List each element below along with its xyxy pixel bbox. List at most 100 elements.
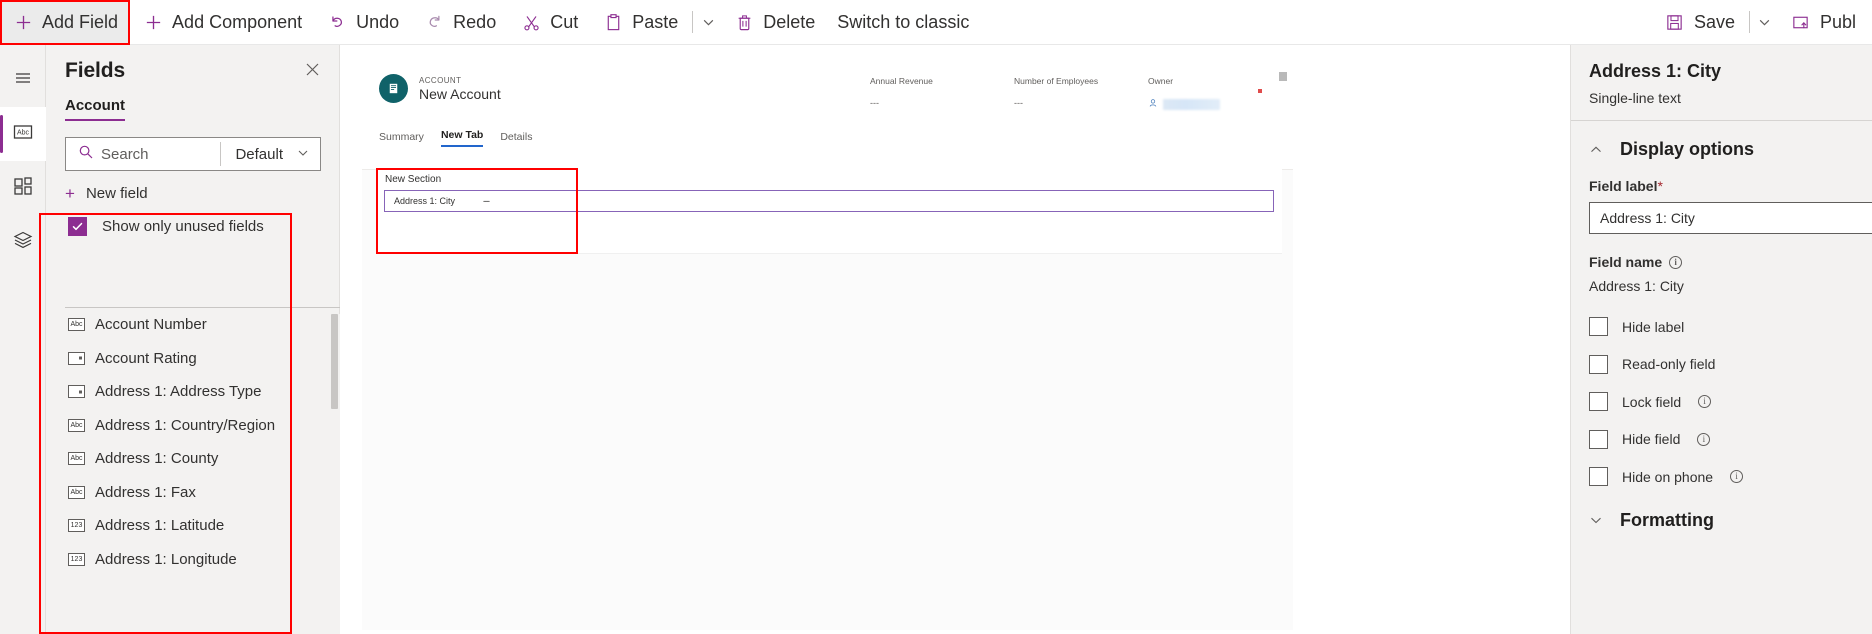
- field-filter-dropdown[interactable]: Default: [221, 138, 320, 170]
- field-list-item[interactable]: Abc Address 1: Country/Region: [65, 409, 340, 443]
- field-list-item-label: Address 1: Country/Region: [95, 416, 276, 434]
- command-bar-right-group: Save Publ: [1652, 0, 1872, 45]
- field-list-item[interactable]: Abc Address 1: Fax: [65, 476, 340, 510]
- cut-label: Cut: [550, 11, 579, 32]
- canvas-scroll-thumb[interactable]: [1279, 72, 1287, 81]
- rail-item-hamburger[interactable]: [0, 53, 46, 107]
- field-list-item[interactable]: Abc Account Number: [65, 308, 340, 342]
- field-list-item-label: Account Number: [95, 316, 207, 334]
- new-field-button[interactable]: + New field: [65, 185, 148, 202]
- tab-account[interactable]: Account: [65, 97, 125, 121]
- form-header-card: ACCOUNT New Account Annual Revenue --- N…: [362, 58, 1293, 170]
- header-field-annual-revenue[interactable]: Annual Revenue ---: [870, 75, 933, 108]
- paste-button[interactable]: Paste: [590, 0, 690, 45]
- fields-list-scrollbar[interactable]: [329, 314, 340, 634]
- info-icon[interactable]: i: [1669, 255, 1683, 269]
- field-list-item[interactable]: Abc Address 1: County: [65, 442, 340, 476]
- field-list-item-label: Account Rating: [95, 349, 197, 367]
- header-field-number-of-employees[interactable]: Number of Employees ---: [1014, 75, 1098, 108]
- field-abc-icon: Abc: [11, 122, 35, 147]
- save-options-caret[interactable]: [1752, 0, 1778, 45]
- rail-item-layers[interactable]: [0, 215, 46, 269]
- field-list-item[interactable]: Account Rating: [65, 342, 340, 376]
- form-tab-new-tab[interactable]: New Tab: [440, 129, 484, 147]
- publish-button[interactable]: Publ: [1778, 0, 1868, 45]
- header-field-label: Annual Revenue: [870, 76, 933, 86]
- fields-list-items: Abc Account Number Account Rating Address 1…: [65, 308, 340, 576]
- form-tab-details[interactable]: Details: [500, 131, 532, 147]
- checkbox-lock-field[interactable]: Lock field i: [1571, 383, 1872, 421]
- record-name: New Account: [419, 85, 501, 102]
- hamburger-icon: [12, 67, 34, 94]
- checkbox-read-only-field[interactable]: Read-only field: [1571, 346, 1872, 384]
- form-field-address1-city[interactable]: Address 1: City ---: [384, 190, 1274, 212]
- display-options-label: Display options: [1620, 139, 1755, 159]
- field-list-item-label: Address 1: County: [95, 450, 219, 468]
- publish-label: Publ: [1819, 11, 1856, 32]
- properties-subtitle: Single-line text: [1589, 90, 1681, 106]
- form-canvas: ACCOUNT New Account Annual Revenue --- N…: [341, 45, 1570, 634]
- redo-button[interactable]: Redo: [411, 0, 508, 45]
- redo-label: Redo: [453, 11, 497, 32]
- option-set-icon: [68, 385, 85, 399]
- checkbox-box-icon: [1589, 392, 1608, 412]
- form-field-label: Address 1: City: [394, 196, 456, 206]
- header-field-owner[interactable]: Owner: [1148, 75, 1262, 113]
- properties-title: Address 1: City: [1589, 61, 1722, 81]
- form-section[interactable]: New Section Address 1: City ---: [376, 168, 1282, 254]
- add-component-button[interactable]: Add Component: [130, 0, 314, 45]
- left-icon-rail: Abc: [0, 45, 46, 634]
- search-container: [66, 138, 221, 170]
- add-field-button[interactable]: Add Field: [0, 0, 131, 45]
- show-only-unused-fields-label: Show only unused fields: [102, 218, 264, 235]
- checkbox-hide-field[interactable]: Hide field i: [1571, 421, 1872, 459]
- field-list-item[interactable]: 123 Address 1: Longitude: [65, 543, 340, 577]
- display-options-section-header[interactable]: Display options: [1571, 121, 1872, 160]
- info-icon[interactable]: i: [1730, 470, 1744, 484]
- field-list-item[interactable]: 123 Address 1: Latitude: [65, 509, 340, 543]
- cut-button[interactable]: Cut: [508, 0, 590, 45]
- account-avatar-icon: [379, 74, 408, 103]
- save-button[interactable]: Save: [1652, 0, 1747, 45]
- show-only-unused-fields-checkbox[interactable]: Show only unused fields: [68, 217, 339, 236]
- close-icon[interactable]: [302, 59, 323, 80]
- info-icon[interactable]: i: [1698, 395, 1712, 409]
- save-icon: [1664, 11, 1686, 33]
- rail-item-fields[interactable]: Abc: [0, 107, 46, 161]
- form-record-identity: ACCOUNT New Account: [379, 74, 501, 103]
- info-icon[interactable]: i: [1697, 432, 1711, 446]
- header-field-value: ---: [1014, 98, 1023, 108]
- field-list-item[interactable]: Address 1: Address Type: [65, 375, 340, 409]
- rail-item-components[interactable]: [0, 161, 46, 215]
- paste-options-caret[interactable]: [695, 0, 721, 45]
- switch-to-classic-label: Switch to classic: [837, 11, 970, 32]
- form-tab-summary[interactable]: Summary: [379, 131, 424, 147]
- field-label-caption: Field label*: [1571, 160, 1872, 194]
- clipboard-icon: [602, 11, 624, 33]
- command-bar-left-group: Add Field Add Component Undo Redo Cut Pa…: [0, 0, 981, 45]
- switch-to-classic-button[interactable]: Switch to classic: [827, 0, 981, 45]
- form-designer-app: Add Field Add Component Undo Redo Cut Pa…: [0, 0, 1872, 634]
- plus-icon: [142, 11, 164, 33]
- undo-button[interactable]: Undo: [314, 0, 411, 45]
- checkbox-label: Hide field: [1622, 431, 1681, 448]
- canvas-scrollbar[interactable]: [1278, 72, 1288, 634]
- checkbox-hide-on-phone[interactable]: Hide on phone i: [1571, 458, 1872, 496]
- command-bar: Add Field Add Component Undo Redo Cut Pa…: [0, 0, 1872, 45]
- chevron-up-icon: [1589, 143, 1603, 157]
- checkmark-icon: [68, 217, 87, 236]
- components-icon: [12, 175, 34, 202]
- form-field-value: ---: [483, 196, 490, 206]
- command-separator: [692, 11, 694, 33]
- form-tabs: Summary New Tab Details: [379, 129, 532, 147]
- checkbox-label: Hide label: [1622, 318, 1685, 335]
- delete-button[interactable]: Delete: [721, 0, 827, 45]
- paste-label: Paste: [632, 11, 679, 32]
- fields-list-scroll-thumb[interactable]: [331, 314, 338, 409]
- checkbox-hide-label[interactable]: Hide label: [1571, 308, 1872, 346]
- formatting-section-header[interactable]: Formatting: [1571, 496, 1872, 531]
- required-asterisk: *: [1657, 178, 1663, 194]
- search-input[interactable]: [101, 145, 221, 163]
- field-name-caption-text: Field name: [1589, 254, 1663, 270]
- field-label-input[interactable]: [1589, 202, 1872, 234]
